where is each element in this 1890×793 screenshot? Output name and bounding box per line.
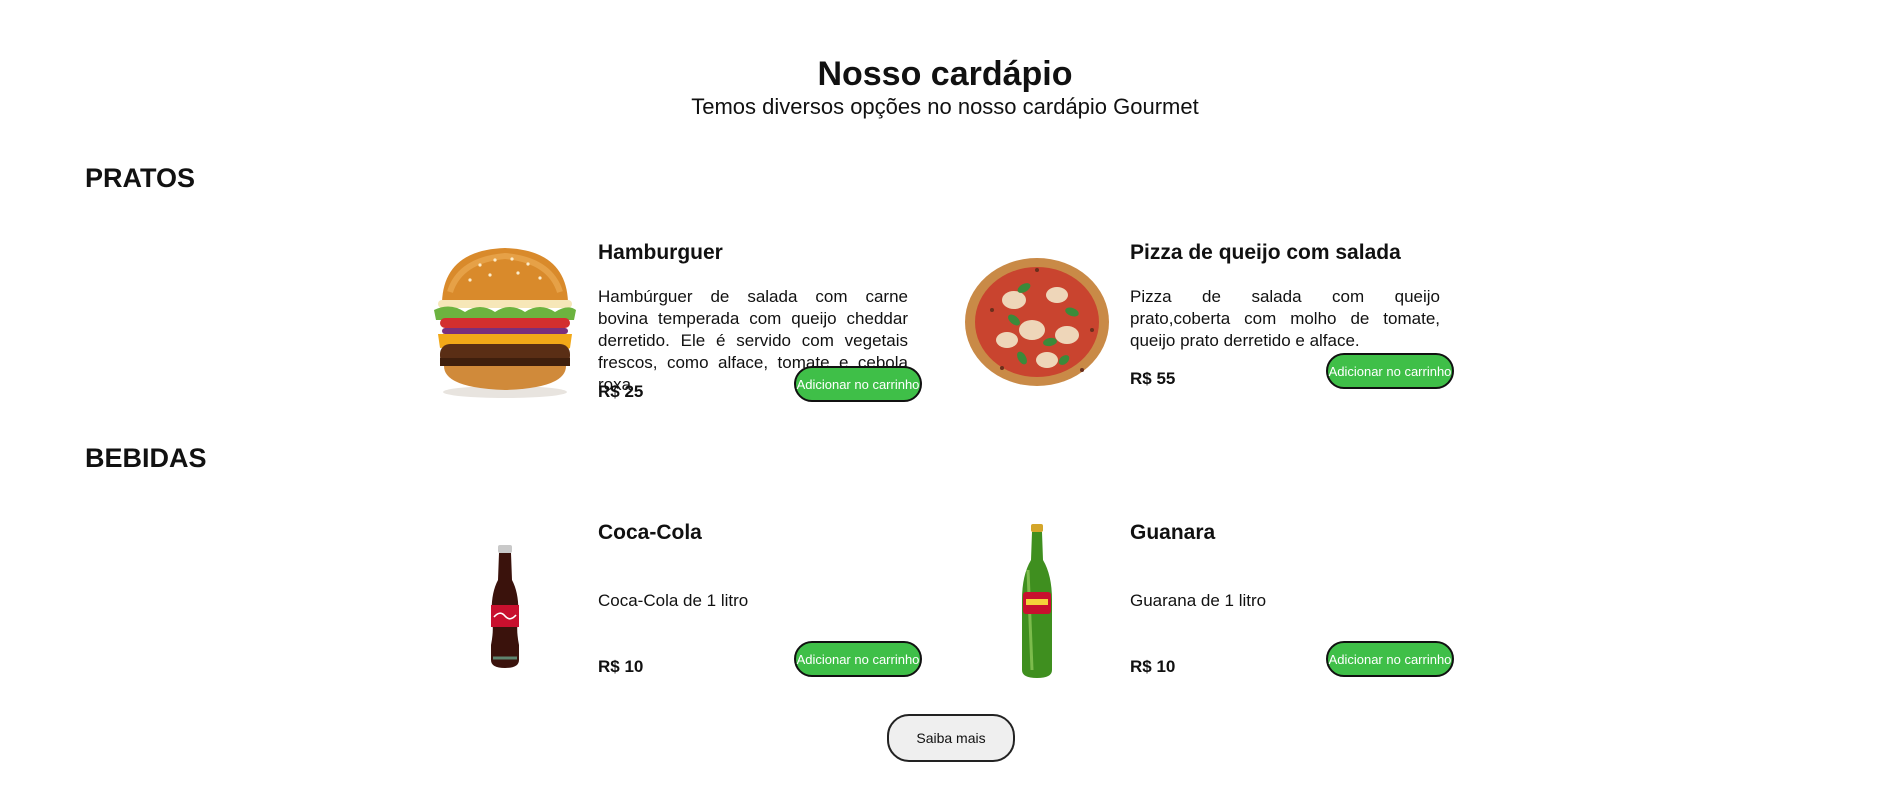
pizza-image	[952, 240, 1122, 410]
page-subtitle: Temos diversos opções no nosso cardápio …	[691, 94, 1199, 119]
menu-card-guarana: Guanara Guarana de 1 litro R$ 10 Adicion…	[952, 520, 1482, 700]
section-title-pratos: PRATOS	[85, 163, 196, 193]
burger-image	[420, 240, 590, 410]
menu-card-hamburguer: Hamburguer Hambúrguer de salada com carn…	[420, 240, 950, 420]
menu-card-coca-cola: Coca-Cola Coca-Cola de 1 litro R$ 10 Adi…	[420, 520, 950, 700]
add-to-cart-button[interactable]: Adicionar no carrinho	[794, 366, 922, 402]
item-price: R$ 10	[1130, 657, 1176, 676]
item-price: R$ 55	[1130, 369, 1176, 388]
item-name: Guanara	[1130, 521, 1216, 544]
item-name: Pizza de queijo com salada	[1130, 241, 1401, 264]
cola-bottle-image	[420, 520, 590, 690]
add-to-cart-button[interactable]: Adicionar no carrinho	[1326, 353, 1454, 389]
item-name: Coca-Cola	[598, 521, 702, 544]
item-description: Coca-Cola de 1 litro	[598, 591, 749, 610]
item-price: R$ 25	[598, 382, 644, 401]
item-name: Hamburguer	[598, 241, 723, 264]
item-description: Guarana de 1 litro	[1130, 591, 1267, 610]
item-description: Pizza de salada com queijo prato,coberta…	[1130, 287, 1440, 350]
menu-header: Nosso cardápio Temos diversos opções no …	[0, 55, 1890, 121]
page-title: Nosso cardápio	[817, 55, 1073, 93]
add-to-cart-button[interactable]: Adicionar no carrinho	[1326, 641, 1454, 677]
saiba-mais-button[interactable]: Saiba mais	[887, 714, 1015, 762]
add-to-cart-button[interactable]: Adicionar no carrinho	[794, 641, 922, 677]
section-title-bebidas: BEBIDAS	[85, 443, 207, 473]
guarana-bottle-image	[952, 520, 1122, 690]
menu-card-pizza: Pizza de queijo com salada Pizza de sala…	[952, 240, 1482, 420]
item-price: R$ 10	[598, 657, 644, 676]
